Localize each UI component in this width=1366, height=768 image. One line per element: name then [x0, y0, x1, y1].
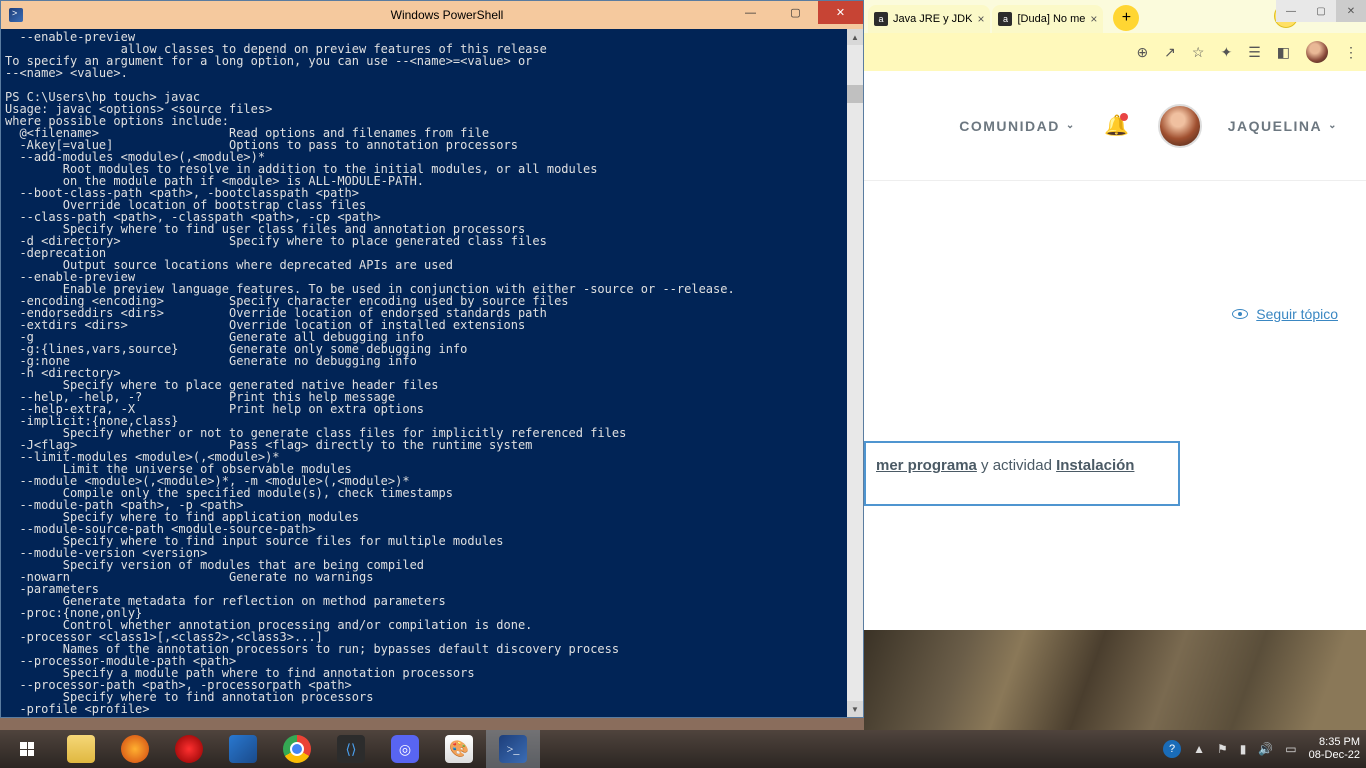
taskbar-paint[interactable]	[432, 730, 486, 768]
content-box: mer programa y actividad Instalación	[864, 441, 1180, 506]
tray-flag-icon[interactable]: ⚑	[1217, 742, 1228, 756]
menu-icon[interactable]: ⋮	[1344, 44, 1358, 61]
chevron-down-icon: ⌄	[1328, 120, 1338, 131]
browser-minimize-button[interactable]: —	[1276, 0, 1306, 22]
chrome-icon	[283, 735, 311, 763]
side-panel-icon[interactable]: ◧	[1277, 44, 1290, 61]
profile-avatar-icon[interactable]	[1306, 41, 1328, 63]
content-link-programa[interactable]: mer programa	[876, 457, 977, 474]
start-button[interactable]	[0, 730, 54, 768]
taskbar-chrome[interactable]	[270, 730, 324, 768]
taskbar-firefox[interactable]	[108, 730, 162, 768]
content-link-instalacion[interactable]: Instalación	[1056, 457, 1134, 474]
scrollbar[interactable]: ▲ ▼	[847, 29, 863, 717]
nav-label: COMUNIDAD	[959, 118, 1060, 134]
browser-maximize-button[interactable]: ▢	[1306, 0, 1336, 22]
tray-volume-icon[interactable]: 🔊	[1258, 742, 1273, 756]
close-button[interactable]: ✕	[818, 1, 863, 24]
clock-date: 08-Dec-22	[1309, 749, 1360, 762]
browser-close-button[interactable]: ✕	[1336, 0, 1366, 22]
browser-tab[interactable]: a [Duda] No me ×	[992, 5, 1103, 33]
page-header: COMUNIDAD ⌄ 🔔 JAQUELINA ⌄	[864, 71, 1366, 181]
powershell-window: Windows PowerShell — ▢ ✕ --enable-previe…	[0, 0, 864, 718]
browser-tab[interactable]: a Java JRE y JDK ×	[868, 5, 990, 33]
powershell-icon: >_	[499, 735, 527, 763]
firefox-icon	[121, 735, 149, 763]
discord-icon: ◎	[391, 735, 419, 763]
taskbar-vscode[interactable]: ⟨⟩	[324, 730, 378, 768]
zoom-icon[interactable]: ⊕	[1136, 44, 1148, 61]
reading-list-icon[interactable]: ☰	[1248, 44, 1261, 61]
browser-window: a Java JRE y JDK × a [Duda] No me × + ⌄ …	[864, 0, 1366, 730]
follow-topic-link[interactable]: Seguir tópico	[1232, 306, 1338, 322]
taskbar-opera[interactable]	[162, 730, 216, 768]
titlebar[interactable]: Windows PowerShell — ▢ ✕	[1, 1, 863, 29]
taskbar-app-hex[interactable]	[216, 730, 270, 768]
scroll-down-button[interactable]: ▼	[847, 701, 863, 717]
favicon: a	[998, 12, 1012, 26]
tab-close-icon[interactable]: ×	[977, 12, 984, 26]
chevron-down-icon: ⌄	[1066, 120, 1076, 131]
window-icon-area	[1, 8, 31, 22]
notifications-button[interactable]: 🔔	[1102, 111, 1132, 141]
taskbar-discord[interactable]: ◎	[378, 730, 432, 768]
powershell-icon	[9, 8, 23, 22]
windows-icon	[20, 742, 34, 756]
maximize-button[interactable]: ▢	[773, 1, 818, 24]
taskbar-file-explorer[interactable]	[54, 730, 108, 768]
help-icon[interactable]: ?	[1163, 740, 1181, 758]
bookmark-icon[interactable]: ☆	[1192, 44, 1205, 61]
tray-battery-icon[interactable]: ▭	[1285, 742, 1296, 756]
scroll-up-button[interactable]: ▲	[847, 29, 863, 45]
vscode-icon: ⟨⟩	[337, 735, 365, 763]
content-text: y actividad	[977, 457, 1056, 474]
taskbar: ⟨⟩ ◎ >_ ? ▲ ⚑ ▮ 🔊 ▭ 8:35 PM 08-Dec-22	[0, 730, 1366, 768]
browser-window-controls: — ▢ ✕	[1276, 0, 1366, 22]
taskbar-powershell[interactable]: >_	[486, 730, 540, 768]
system-tray: ? ▲ ⚑ ▮ 🔊 ▭ 8:35 PM 08-Dec-22	[1163, 736, 1366, 762]
nav-username[interactable]: JAQUELINA ⌄	[1228, 118, 1338, 134]
follow-topic-label: Seguir tópico	[1256, 306, 1338, 322]
hex-icon	[229, 735, 257, 763]
user-avatar[interactable]	[1158, 104, 1202, 148]
extensions-icon[interactable]: ✦	[1220, 44, 1232, 61]
paint-icon	[445, 735, 473, 763]
window-controls: — ▢ ✕	[728, 1, 863, 24]
eye-icon	[1232, 309, 1248, 319]
tab-label: Java JRE y JDK	[893, 13, 972, 25]
nav-comunidad[interactable]: COMUNIDAD ⌄	[959, 118, 1076, 134]
tab-close-icon[interactable]: ×	[1090, 12, 1097, 26]
clock-time: 8:35 PM	[1309, 736, 1360, 749]
favicon: a	[874, 12, 888, 26]
browser-toolbar: ⊕ ↗ ☆ ✦ ☰ ◧ ⋮	[864, 33, 1366, 71]
share-icon[interactable]: ↗	[1164, 44, 1176, 61]
tray-network-icon[interactable]: ▮	[1240, 742, 1247, 756]
tab-label: [Duda] No me	[1017, 13, 1085, 25]
page-background-image	[864, 630, 1366, 730]
new-tab-button[interactable]: +	[1113, 5, 1139, 31]
tray-up-icon[interactable]: ▲	[1193, 742, 1205, 756]
terminal-output[interactable]: --enable-preview allow classes to depend…	[1, 29, 847, 717]
file-explorer-icon	[67, 735, 95, 763]
page-body: Seguir tópico mer programa y actividad I…	[864, 181, 1366, 621]
clock[interactable]: 8:35 PM 08-Dec-22	[1309, 736, 1360, 762]
notification-dot	[1120, 113, 1128, 121]
opera-icon	[175, 735, 203, 763]
scroll-thumb[interactable]	[847, 85, 863, 103]
terminal-area: --enable-preview allow classes to depend…	[1, 29, 863, 717]
minimize-button[interactable]: —	[728, 1, 773, 24]
username-label: JAQUELINA	[1228, 118, 1322, 134]
